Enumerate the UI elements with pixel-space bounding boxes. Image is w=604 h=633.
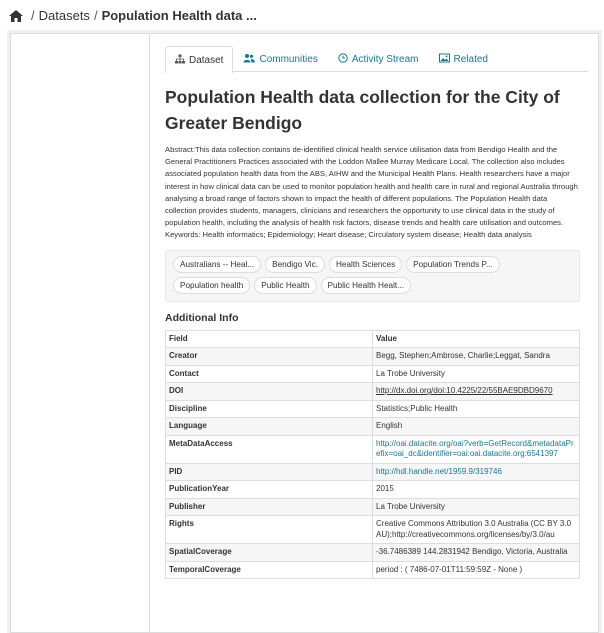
home-icon[interactable] xyxy=(9,9,23,22)
tab-label: Communities xyxy=(259,54,318,65)
tab-bar: Dataset Communities Activity Stream Rela… xyxy=(165,46,588,73)
table-header-row: Field Value xyxy=(165,329,580,349)
tab-activity-stream[interactable]: Activity Stream xyxy=(328,46,429,72)
tab-label: Related xyxy=(453,54,488,65)
value-cell: Statistics;Public Health xyxy=(372,399,580,419)
value-cell: Begg, Stephen;Ambrose, Charlie;Leggat, S… xyxy=(372,347,580,366)
field-cell: Language xyxy=(165,417,373,436)
sidebar xyxy=(11,34,149,632)
tab-label: Activity Stream xyxy=(351,54,419,65)
tag[interactable]: Population health xyxy=(173,276,251,294)
table-row: Creator Begg, Stephen;Ambrose, Charlie;Le… xyxy=(165,347,580,366)
value-cell: http://oai.datacite.org/oai?verb=GetReco… xyxy=(372,434,580,464)
value-cell: Creative Commons Attribution 3.0 Austral… xyxy=(372,515,580,545)
column-header-value: Value xyxy=(372,329,580,349)
tab-related[interactable]: Related xyxy=(429,46,498,72)
breadcrumb-current: Population Health data ... xyxy=(101,8,257,23)
tag[interactable]: Australians -- Heal... xyxy=(173,255,262,273)
breadcrumb-separator: / xyxy=(31,8,35,23)
value-cell: La Trobe University xyxy=(372,497,580,517)
additional-info-table: Field Value Creator Begg, Stephen;Ambrose… xyxy=(165,329,580,580)
table-row: TemporalCoverage period : ( 7486-07-01T11… xyxy=(165,560,580,580)
field-cell: MetaDataAccess xyxy=(165,434,373,464)
table-row: Contact La Trobe University xyxy=(165,364,580,384)
table-row: Rights Creative Commons Attribution 3.0 A… xyxy=(165,515,580,545)
field-cell: Rights xyxy=(165,515,373,545)
column-header-field: Field xyxy=(165,329,373,349)
tab-dataset[interactable]: Dataset xyxy=(165,46,234,73)
field-cell: Discipline xyxy=(165,399,373,419)
value-cell: http://dx.doi.org/doi:10.4225/22/55BAE9D… xyxy=(372,382,580,401)
sitemap-icon xyxy=(175,54,185,67)
breadcrumb-datasets-link[interactable]: Datasets xyxy=(39,8,90,23)
field-cell: TemporalCoverage xyxy=(165,560,373,580)
field-cell: SpatialCoverage xyxy=(165,543,373,562)
field-cell: Contact xyxy=(165,364,373,384)
clock-icon xyxy=(338,53,348,66)
breadcrumb: / Datasets / Population Health data ... xyxy=(9,8,257,23)
tag-list: Australians -- Heal... Bendigo Vic. Heal… xyxy=(165,249,580,302)
table-row: MetaDataAccess http://oai.datacite.org/oa… xyxy=(165,434,580,464)
table-row: DOI http://dx.doi.org/doi:10.4225/22/55BA… xyxy=(165,382,580,401)
dataset-content: Population Health data collection for th… xyxy=(165,84,580,580)
field-cell: Publisher xyxy=(165,497,373,517)
tag[interactable]: Health Sciences xyxy=(329,255,403,273)
tab-label: Dataset xyxy=(189,54,224,66)
field-cell: PID xyxy=(165,462,373,482)
tag[interactable]: Population Trends P... xyxy=(406,255,500,273)
value-link[interactable]: http://oai.datacite.org/oai?verb=GetReco… xyxy=(376,439,574,459)
tab-communities[interactable]: Communities xyxy=(233,46,327,72)
value-link[interactable]: http://hdl.handle.net/1959.9/319746 xyxy=(376,467,502,476)
dataset-title: Population Health data collection for th… xyxy=(165,87,560,133)
table-row: Discipline Statistics;Public Health xyxy=(165,399,580,419)
table-row: SpatialCoverage -36.7486389 144.2831942 B… xyxy=(165,543,580,562)
value-cell: 2015 xyxy=(372,480,580,499)
table-row: PublicationYear 2015 xyxy=(165,480,580,499)
value-cell: -36.7486389 144.2831942 Bendigo, Victori… xyxy=(372,543,580,562)
value-cell: La Trobe University xyxy=(372,364,580,384)
value-cell: English xyxy=(372,417,580,436)
field-cell: DOI xyxy=(165,382,373,401)
value-cell: http://hdl.handle.net/1959.9/319746 xyxy=(372,462,580,482)
dataset-abstract: Abstract:This data collection contains d… xyxy=(165,145,578,240)
value-cell: period : ( 7486-07-01T11:59:59Z - None ) xyxy=(372,560,580,580)
field-cell: PublicationYear xyxy=(165,480,373,499)
breadcrumb-separator: / xyxy=(93,8,98,23)
table-row: Language English xyxy=(165,417,580,436)
value-link[interactable]: http://dx.doi.org/doi:10.4225/22/55BAE9D… xyxy=(376,386,553,395)
tag[interactable]: Public Health Healt... xyxy=(320,276,411,294)
users-icon xyxy=(243,53,256,66)
field-cell: Creator xyxy=(165,347,373,366)
table-row: PID http://hdl.handle.net/1959.9/319746 xyxy=(165,462,580,482)
table-body: Creator Begg, Stephen;Ambrose, Charlie;Le… xyxy=(165,347,580,580)
main-content: Dataset Communities Activity Stream Rela… xyxy=(149,34,598,632)
dataset-panel: Dataset Communities Activity Stream Rela… xyxy=(10,33,599,633)
tag[interactable]: Public Health xyxy=(254,276,317,294)
tag[interactable]: Bendigo Vic. xyxy=(265,255,325,273)
table-row: Publisher La Trobe University xyxy=(165,497,580,517)
picture-icon xyxy=(438,53,450,66)
additional-info-heading: Additional Info xyxy=(165,311,239,324)
